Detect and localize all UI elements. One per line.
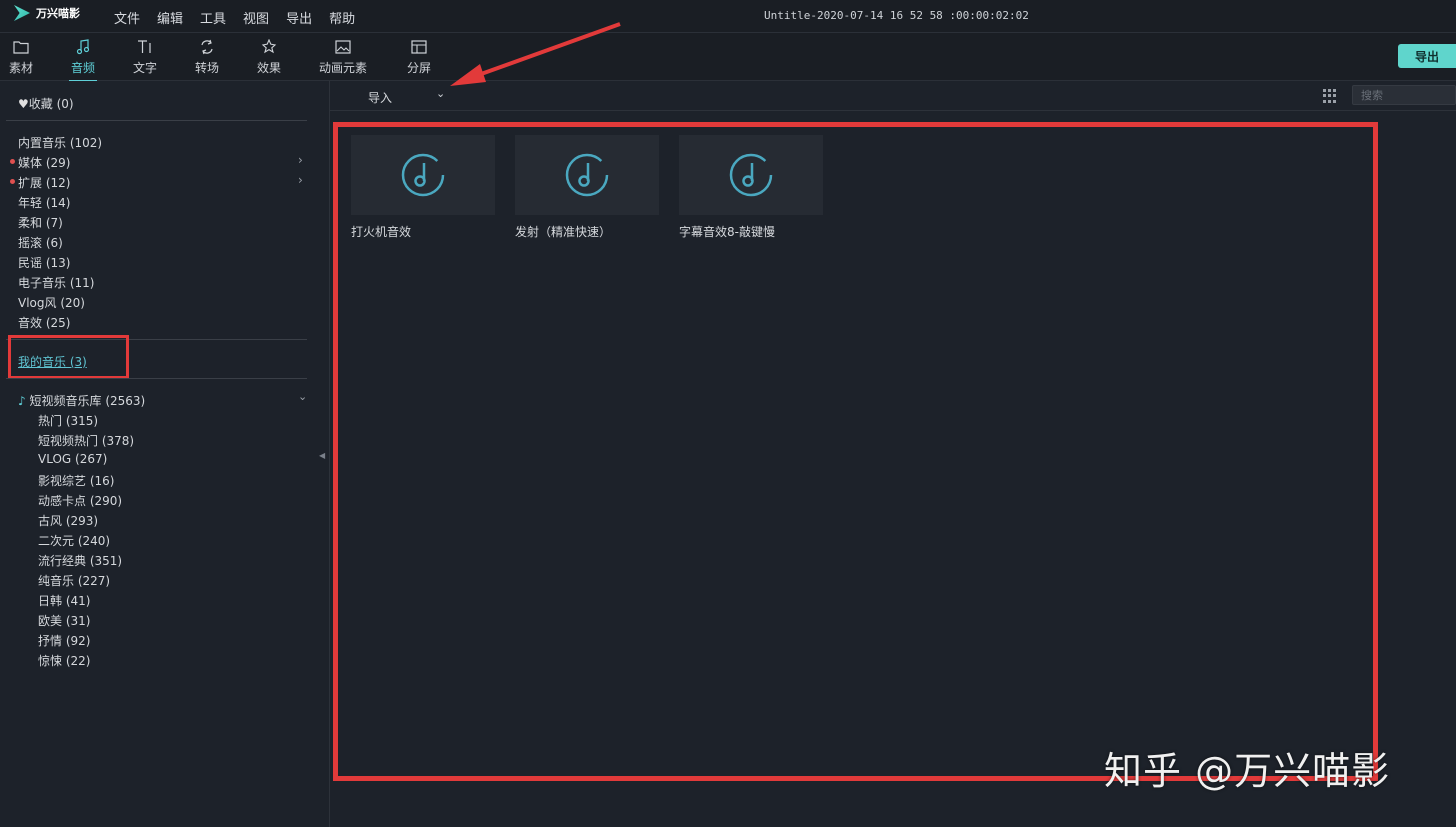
new-badge-dot (10, 179, 15, 184)
menu-edit[interactable]: 编辑 (157, 8, 183, 27)
sidebar-item-soft[interactable]: 柔和 (7) (18, 214, 63, 231)
window-title: Untitle-2020-07-14 16 52 58 :00:00:02:02 (764, 9, 1029, 22)
sidebar-subitem[interactable]: 二次元 (240) (38, 532, 110, 549)
heart-icon: ♥ (18, 97, 29, 111)
sidebar-subitem[interactable]: 流行经典 (351) (38, 552, 122, 569)
tool-tabs: 素材 音频 文字 转场 效果 动画元素 分屏 导出 (0, 33, 1456, 82)
menu-help[interactable]: 帮助 (329, 8, 355, 27)
sidebar-item-sound-effects[interactable]: 音效 (25) (18, 314, 70, 331)
main-menu: 文件 编辑 工具 视图 导出 帮助 (114, 8, 355, 27)
chevron-down-icon[interactable]: ⌄ (298, 390, 307, 403)
sidebar-item-short-video-library[interactable]: ♪ 短视频音乐库 (2563) (18, 392, 145, 409)
menu-file[interactable]: 文件 (114, 8, 140, 27)
divider (6, 120, 307, 121)
tab-label: 动画元素 (319, 61, 368, 75)
divider (6, 378, 307, 379)
sidebar-subitem[interactable]: 古风 (293) (38, 512, 98, 529)
tab-label: 分屏 (407, 61, 432, 75)
sidebar-subitem[interactable]: 纯音乐 (227) (38, 572, 110, 589)
app-name: 万兴喵影 (36, 7, 80, 20)
tab-label: 效果 (257, 61, 282, 75)
sidebar-subitem[interactable]: 短视频热门 (378) (38, 432, 134, 449)
tab-label: 文字 (133, 61, 158, 75)
annotation-highlight-box (333, 122, 1378, 781)
sidebar-item-extensions[interactable]: 扩展 (12) (10, 174, 70, 191)
sidebar-item-young[interactable]: 年轻 (14) (18, 194, 70, 211)
menu-view[interactable]: 视图 (243, 8, 269, 27)
sidebar-item-electronic[interactable]: 电子音乐 (11) (18, 274, 94, 291)
collapse-sidebar-icon[interactable]: ◀ (319, 451, 325, 460)
sidebar-subitem[interactable]: 热门 (315) (38, 412, 98, 429)
sidebar-item-vlog-style[interactable]: Vlog风 (20) (18, 294, 85, 311)
new-badge-dot (10, 159, 15, 164)
sidebar-subitem[interactable]: 影视综艺 (16) (38, 472, 114, 489)
tab-audio[interactable]: 音频 (68, 38, 98, 82)
export-button[interactable]: 导出 (1398, 44, 1456, 68)
tab-label: 素材 (9, 61, 34, 75)
annotation-highlight-box (8, 335, 129, 379)
sidebar-subitem[interactable]: 惊悚 (22) (38, 652, 90, 669)
search-input[interactable] (1352, 85, 1456, 105)
tab-effects[interactable]: 效果 (257, 38, 281, 76)
tab-elements[interactable]: 动画元素 (319, 38, 367, 76)
menu-tools[interactable]: 工具 (200, 8, 226, 27)
sidebar-item-builtin-music[interactable]: 内置音乐 (102) (18, 134, 102, 151)
music-note-icon (74, 38, 92, 56)
annotation-arrow-icon (450, 22, 621, 86)
tab-label: 音频 (71, 61, 96, 75)
image-icon (334, 38, 352, 56)
folder-icon (12, 38, 30, 56)
grid-view-icon[interactable] (1323, 89, 1337, 103)
split-screen-icon (410, 38, 428, 56)
sidebar-item-rock[interactable]: 摇滚 (6) (18, 234, 63, 251)
logo-icon (14, 5, 30, 21)
sidebar-subitem[interactable]: 抒情 (92) (38, 632, 90, 649)
effects-icon (260, 38, 278, 56)
sidebar-item-favorites[interactable]: ♥收藏 (0) (18, 95, 74, 112)
menu-bar: 万兴喵影 文件 编辑 工具 视图 导出 帮助 Untitle-2020-07-1… (0, 0, 1456, 33)
sidebar-subitem[interactable]: 欧美 (31) (38, 612, 90, 629)
sidebar-item-media[interactable]: 媒体 (29) (10, 154, 70, 171)
sidebar-item-folk[interactable]: 民谣 (13) (18, 254, 70, 271)
sidebar-subitem[interactable]: 日韩 (41) (38, 592, 90, 609)
menu-export[interactable]: 导出 (286, 8, 312, 27)
tab-media[interactable]: 素材 (9, 38, 33, 76)
tab-transitions[interactable]: 转场 (195, 38, 219, 76)
tab-text[interactable]: 文字 (133, 38, 157, 76)
chevron-right-icon[interactable]: › (298, 153, 303, 167)
sidebar-subitem[interactable]: 动感卡点 (290) (38, 492, 122, 509)
import-dropdown[interactable]: 导入 (368, 89, 392, 106)
transition-icon (198, 38, 216, 56)
app-logo: 万兴喵影 (14, 5, 80, 21)
watermark: 知乎 @万兴喵影 (1104, 749, 1391, 793)
sidebar-subitem[interactable]: VLOG (267) (38, 452, 107, 466)
music-note-icon: ♪ (18, 394, 26, 408)
audio-category-sidebar: ♥收藏 (0) 内置音乐 (102) 媒体 (29) › 扩展 (12) › 年… (0, 81, 330, 827)
tab-label: 转场 (195, 61, 220, 75)
text-icon (136, 38, 154, 56)
chevron-right-icon[interactable]: › (298, 173, 303, 187)
tab-split-screen[interactable]: 分屏 (407, 38, 431, 76)
